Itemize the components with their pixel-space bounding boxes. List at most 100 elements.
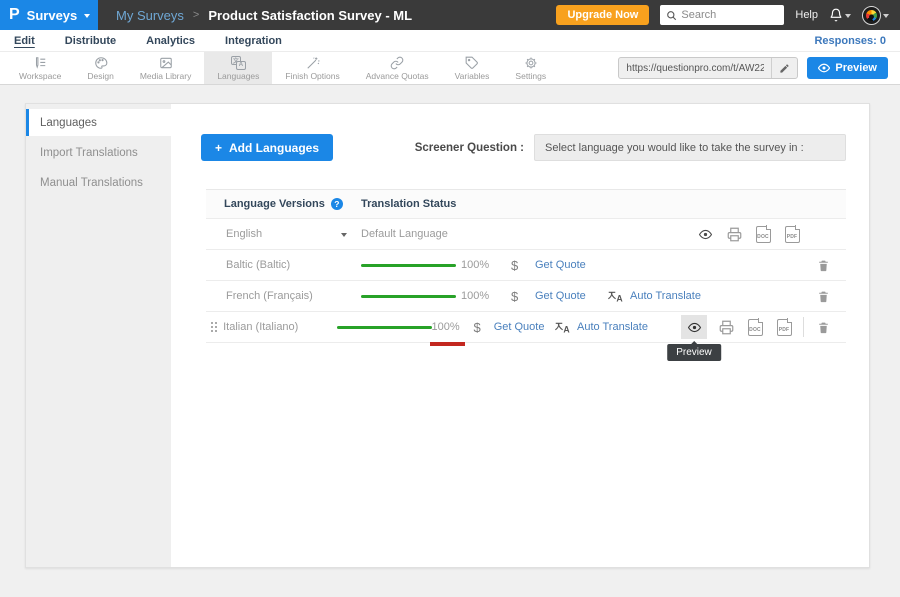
trash-icon	[817, 258, 830, 273]
help-icon[interactable]: ?	[331, 198, 343, 210]
wand-icon	[306, 56, 320, 70]
export-pdf-button[interactable]: PDF	[774, 315, 794, 339]
breadcrumb-survey-title: Product Satisfaction Survey - ML	[208, 8, 412, 23]
chevron-down-icon	[84, 14, 90, 21]
survey-nav: Edit Distribute Analytics Integration Re…	[0, 30, 900, 52]
screener-question-label: Screener Question :	[415, 142, 524, 154]
toolbar-label: Variables	[455, 71, 490, 81]
edit-toolbar: Workspace Design Media Library 文A Langua…	[0, 52, 900, 85]
svg-text:A: A	[616, 293, 623, 302]
toolbar-item-variables[interactable]: Variables	[442, 52, 503, 84]
plus-icon: +	[215, 141, 222, 155]
sidebar-item-import-translations[interactable]: Import Translations	[26, 139, 171, 166]
table-row-english: English Default Language	[206, 219, 846, 250]
export-doc-button[interactable]: DOC	[753, 222, 773, 246]
languages-table: Language Versions ? Translation Status E…	[206, 189, 846, 343]
breadcrumb-my-surveys[interactable]: My Surveys	[116, 8, 184, 23]
upgrade-now-button[interactable]: Upgrade Now	[556, 5, 649, 25]
toolbar-item-finish-options[interactable]: Finish Options	[272, 52, 352, 84]
default-language-label: Default Language	[361, 228, 448, 240]
eye-icon	[686, 321, 703, 334]
auto-translate-icon: A	[608, 290, 624, 303]
add-languages-label: Add Languages	[229, 141, 319, 155]
toolbar-item-settings[interactable]: Settings	[502, 52, 559, 84]
row-actions: DOC PDF	[695, 222, 802, 246]
col-language-label: Language Versions	[224, 198, 325, 210]
bell-icon	[829, 8, 843, 22]
sidebar-item-manual-translations[interactable]: Manual Translations	[26, 169, 171, 196]
language-name: English	[226, 228, 262, 240]
toolbar-item-advance-quotas[interactable]: Advance Quotas	[353, 52, 442, 84]
toolbar-item-workspace[interactable]: Workspace	[6, 52, 74, 84]
tab-analytics[interactable]: Analytics	[146, 35, 195, 47]
auto-translate-icon: A	[555, 321, 571, 334]
translate-icon: 文A	[231, 56, 246, 70]
printer-icon	[719, 320, 734, 335]
progress-percent: 100%	[461, 290, 511, 302]
drag-handle-icon[interactable]	[211, 322, 217, 332]
print-language-button[interactable]	[724, 222, 744, 246]
global-search[interactable]	[660, 5, 784, 25]
responses-count-link[interactable]: Responses: 0	[814, 35, 886, 47]
translation-progress-bar	[337, 326, 432, 329]
toolbar-item-languages[interactable]: 文A Languages	[204, 52, 272, 84]
auto-translate-link[interactable]: Auto Translate	[630, 290, 701, 302]
chevron-down-icon	[883, 14, 889, 21]
chain-icon	[390, 56, 404, 70]
top-header: P Surveys My Surveys > Product Satisfact…	[0, 0, 900, 30]
screener-question-input[interactable]: Select language you would like to take t…	[534, 134, 846, 161]
tab-edit[interactable]: Edit	[14, 35, 35, 47]
export-doc-button[interactable]: DOC	[745, 315, 765, 339]
toolbar-label: Workspace	[19, 71, 61, 81]
edit-url-button[interactable]	[771, 58, 797, 78]
printer-icon	[727, 227, 742, 242]
translation-progress-bar	[361, 264, 456, 267]
workspace-icon	[33, 56, 47, 70]
toolbar-label: Advance Quotas	[366, 71, 429, 81]
search-input[interactable]	[681, 9, 778, 21]
toolbar-right: Preview	[618, 52, 900, 84]
translation-progress-bar	[361, 295, 456, 298]
doc-file-icon: DOC	[756, 226, 771, 243]
print-language-button[interactable]	[716, 315, 736, 339]
auto-translate-link[interactable]: Auto Translate	[577, 321, 648, 333]
dollar-icon: $	[511, 289, 535, 304]
survey-url-input[interactable]	[619, 63, 771, 74]
row-actions: Preview DOC PDF	[681, 315, 833, 339]
surveys-product-menu[interactable]: P Surveys	[0, 0, 98, 30]
notifications-menu[interactable]	[829, 8, 851, 22]
help-link[interactable]: Help	[795, 9, 818, 21]
preview-button[interactable]: Preview	[807, 57, 888, 79]
delete-language-button[interactable]	[813, 284, 833, 308]
pencil-icon	[779, 63, 790, 74]
toolbar-label: Settings	[515, 71, 546, 81]
language-dropdown-english[interactable]: English	[224, 228, 361, 240]
get-quote-link[interactable]: Get Quote	[535, 259, 586, 271]
table-header-row: Language Versions ? Translation Status	[206, 189, 846, 219]
tab-distribute[interactable]: Distribute	[65, 35, 116, 47]
survey-url-box	[618, 57, 798, 79]
export-pdf-button[interactable]: PDF	[782, 222, 802, 246]
get-quote-link[interactable]: Get Quote	[535, 290, 586, 302]
breadcrumb: My Surveys > Product Satisfaction Survey…	[116, 8, 412, 23]
header-right-cluster: Upgrade Now Help	[556, 5, 900, 25]
palette-icon	[94, 56, 108, 70]
toolbar-item-design[interactable]: Design	[74, 52, 126, 84]
row-actions	[813, 284, 833, 308]
preview-language-button[interactable]	[695, 222, 715, 246]
preview-language-button[interactable]: Preview	[681, 315, 707, 339]
delete-language-button[interactable]	[813, 315, 833, 339]
screener-question: Screener Question : Select language you …	[415, 134, 846, 161]
toolbar-label: Finish Options	[285, 71, 339, 81]
add-languages-button[interactable]: + Add Languages	[201, 134, 333, 161]
account-menu[interactable]	[862, 6, 889, 25]
search-icon	[666, 10, 677, 21]
dollar-icon: $	[474, 320, 494, 335]
toolbar-item-media-library[interactable]: Media Library	[127, 52, 205, 84]
delete-language-button[interactable]	[813, 253, 833, 277]
app-window: P Surveys My Surveys > Product Satisfact…	[0, 0, 900, 597]
tab-integration[interactable]: Integration	[225, 35, 282, 47]
sidebar-item-languages[interactable]: Languages	[26, 109, 171, 136]
chevron-down-icon	[845, 14, 851, 21]
get-quote-link[interactable]: Get Quote	[494, 321, 545, 333]
